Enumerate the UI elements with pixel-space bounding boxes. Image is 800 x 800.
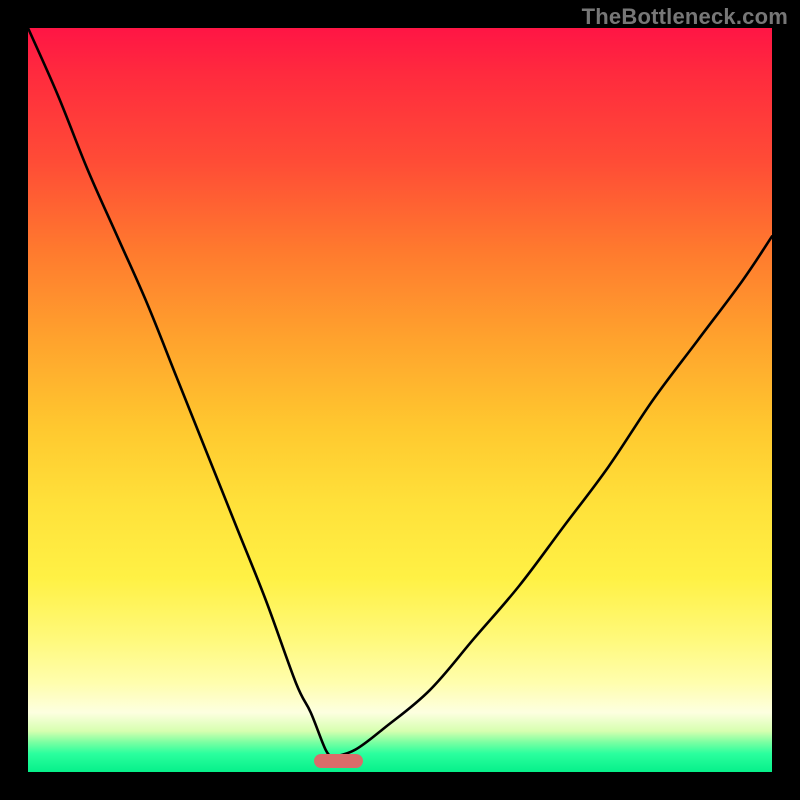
- plot-area: [28, 28, 772, 772]
- chart-frame: TheBottleneck.com: [0, 0, 800, 800]
- watermark-text: TheBottleneck.com: [582, 4, 788, 30]
- curve-layer: [28, 28, 772, 772]
- min-bar: [314, 754, 362, 768]
- right-curve: [333, 236, 772, 757]
- left-curve: [28, 28, 333, 757]
